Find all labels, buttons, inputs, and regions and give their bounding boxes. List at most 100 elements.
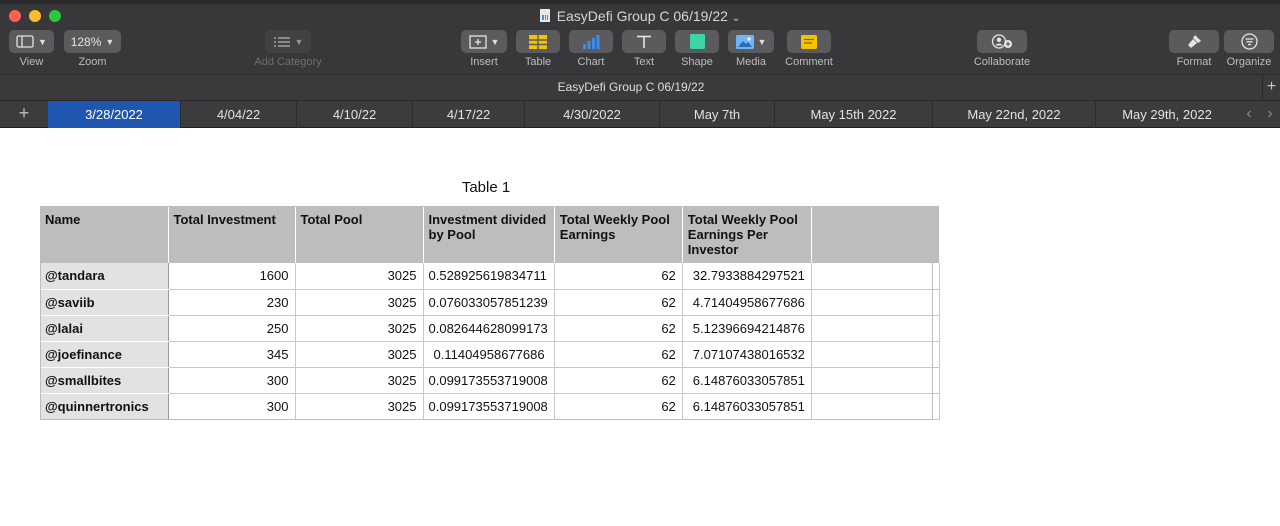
- table-cell[interactable]: 345: [168, 341, 296, 368]
- table-cell[interactable]: 3025: [295, 263, 424, 290]
- column-header[interactable]: Total Investment: [168, 206, 296, 263]
- table-cell[interactable]: 3025: [295, 393, 424, 420]
- chevron-left-icon[interactable]: ‹: [1238, 101, 1260, 128]
- table-cell[interactable]: 32.7933884297521: [682, 263, 812, 290]
- chevron-down-icon: ▼: [757, 36, 767, 47]
- collaborate-button[interactable]: [977, 30, 1027, 53]
- table-cell[interactable]: 62: [554, 393, 683, 420]
- sheet-tab[interactable]: 4/10/22: [297, 101, 413, 128]
- comment-label: Comment: [785, 56, 833, 68]
- add-category-label: Add Category: [254, 56, 322, 68]
- list-icon: [273, 36, 290, 47]
- table-cell[interactable]: @joefinance: [40, 341, 169, 368]
- comment-note-icon: [801, 34, 817, 49]
- table-cell[interactable]: 0.076033057851239: [423, 289, 555, 316]
- zoom-label: Zoom: [78, 56, 107, 68]
- table-cell[interactable]: @tandara: [40, 263, 169, 290]
- table-cell[interactable]: 0.082644628099173: [423, 315, 555, 342]
- add-category-button[interactable]: ▼: [265, 30, 311, 53]
- sheet-tab[interactable]: 4/30/2022: [525, 101, 660, 128]
- media-button[interactable]: ▼: [728, 30, 774, 53]
- table-cell[interactable]: [811, 315, 940, 342]
- table-cell[interactable]: 300: [168, 393, 296, 420]
- sheet-tab[interactable]: May 7th: [660, 101, 775, 128]
- table-cell[interactable]: 0.099173553719008: [423, 367, 555, 394]
- table-cell[interactable]: [811, 367, 940, 394]
- table-row: @tandara 1600 3025 0.528925619834711 62 …: [40, 263, 940, 290]
- table-cell[interactable]: [811, 393, 940, 420]
- table-cell[interactable]: 4.71404958677686: [682, 289, 812, 316]
- shape-square-icon: [689, 34, 705, 49]
- add-sheet-plus-icon[interactable]: +: [1262, 75, 1280, 100]
- column-header[interactable]: Total Weekly Pool Earnings: [554, 206, 683, 263]
- chevron-right-icon[interactable]: ›: [1259, 101, 1280, 128]
- sheet-tab[interactable]: 3/28/2022: [48, 101, 181, 128]
- column-header[interactable]: Total Pool: [295, 206, 424, 263]
- insert-plus-icon: [468, 34, 487, 49]
- window-title-text: EasyDefi Group C 06/19/22: [556, 8, 728, 24]
- text-button[interactable]: [622, 30, 666, 53]
- table-cell[interactable]: 0.11404958677686: [423, 341, 555, 368]
- table-row: @saviib 230 3025 0.076033057851239 62 4.…: [40, 289, 940, 316]
- comment-button[interactable]: [787, 30, 831, 53]
- table-cell[interactable]: 3025: [295, 289, 424, 316]
- table-header-row: Name Total Investment Total Pool Investm…: [40, 206, 940, 263]
- table-cell[interactable]: 250: [168, 315, 296, 342]
- column-header[interactable]: Total Weekly Pool Earnings Per Investor: [682, 206, 812, 263]
- table-cell[interactable]: 62: [554, 315, 683, 342]
- table-cell[interactable]: 0.528925619834711: [423, 263, 555, 290]
- table-cell[interactable]: 3025: [295, 341, 424, 368]
- table-cell[interactable]: 5.12396694214876: [682, 315, 812, 342]
- sheet-tab[interactable]: 4/17/22: [413, 101, 525, 128]
- table-cell[interactable]: 3025: [295, 367, 424, 394]
- table-cell[interactable]: @saviib: [40, 289, 169, 316]
- organize-button[interactable]: [1224, 30, 1274, 53]
- sheet-tab[interactable]: 4/04/22: [181, 101, 297, 128]
- table-cell[interactable]: [811, 263, 940, 290]
- column-header[interactable]: Investment divided by Pool: [423, 206, 555, 263]
- data-table[interactable]: Name Total Investment Total Pool Investm…: [40, 206, 940, 420]
- column-header[interactable]: [811, 206, 940, 263]
- table-title[interactable]: Table 1: [386, 179, 586, 196]
- table-cell[interactable]: 7.07107438016532: [682, 341, 812, 368]
- view-button[interactable]: ▼: [9, 30, 54, 53]
- table-cell[interactable]: 62: [554, 289, 683, 316]
- table-cell[interactable]: 6.14876033057851: [682, 367, 812, 394]
- column-header[interactable]: Name: [40, 206, 169, 263]
- shape-button[interactable]: [675, 30, 719, 53]
- table-cell[interactable]: 6.14876033057851: [682, 393, 812, 420]
- sheet-tab[interactable]: May 29th, 2022: [1096, 101, 1238, 128]
- window-title[interactable]: EasyDefi Group C 06/19/22 ⌄: [0, 7, 1280, 25]
- table-cell[interactable]: 0.099173553719008: [423, 393, 555, 420]
- bar-chart-icon: [583, 34, 600, 49]
- sheet-tab[interactable]: May 15th 2022: [775, 101, 933, 128]
- table-cell[interactable]: 62: [554, 263, 683, 290]
- table-cell[interactable]: 230: [168, 289, 296, 316]
- table-cell[interactable]: 1600: [168, 263, 296, 290]
- format-label: Format: [1176, 56, 1212, 68]
- sheet-tabs-bar: + 3/28/2022 4/04/22 4/10/22 4/17/22 4/30…: [0, 100, 1280, 128]
- table-button[interactable]: [516, 30, 560, 53]
- table-cell[interactable]: [811, 341, 940, 368]
- table-cell[interactable]: 300: [168, 367, 296, 394]
- media-label: Media: [736, 56, 766, 68]
- text-label: Text: [633, 56, 655, 68]
- shape-label: Shape: [681, 56, 713, 68]
- chart-button[interactable]: [569, 30, 613, 53]
- table-cell[interactable]: @smallbites: [40, 367, 169, 394]
- insert-button[interactable]: ▼: [461, 30, 507, 53]
- zoom-select[interactable]: 128% ▼: [64, 30, 121, 53]
- table-cell[interactable]: @lalai: [40, 315, 169, 342]
- table-cell[interactable]: 62: [554, 367, 683, 394]
- table-cell[interactable]: 3025: [295, 315, 424, 342]
- format-button[interactable]: [1169, 30, 1219, 53]
- add-tab-plus-icon[interactable]: +: [0, 101, 48, 128]
- sidebar-view-icon: [16, 35, 34, 48]
- table-cell[interactable]: 62: [554, 341, 683, 368]
- sheet-tab[interactable]: May 22nd, 2022: [933, 101, 1096, 128]
- sheet-name[interactable]: EasyDefi Group C 06/19/22: [0, 75, 1262, 100]
- chart-label: Chart: [577, 56, 605, 68]
- table-cell[interactable]: @quinnertronics: [40, 393, 169, 420]
- table-cell[interactable]: [811, 289, 940, 316]
- media-image-icon: [735, 34, 754, 49]
